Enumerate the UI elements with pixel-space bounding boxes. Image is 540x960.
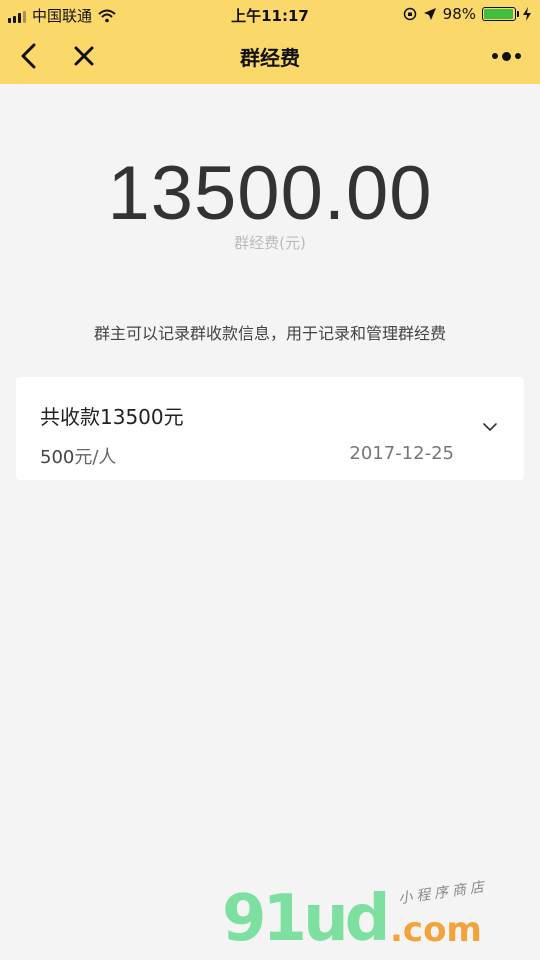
watermark-brand: 91ud bbox=[222, 882, 390, 956]
battery-percent: 98% bbox=[442, 5, 476, 23]
more-dot bbox=[501, 51, 511, 61]
watermark: 小程序商店 91ud .com bbox=[222, 879, 522, 956]
record-rate: 500元/人 bbox=[40, 443, 116, 469]
record-date: 2017-12-25 bbox=[349, 443, 454, 464]
more-dot bbox=[514, 53, 521, 59]
close-button[interactable] bbox=[64, 36, 104, 76]
more-button[interactable] bbox=[484, 36, 528, 76]
chevron-left-icon bbox=[21, 43, 36, 69]
back-button[interactable] bbox=[8, 36, 48, 76]
description-text: 群主可以记录群收款信息，用于记录和管理群经费 bbox=[93, 324, 446, 343]
chevron-down-icon[interactable] bbox=[480, 417, 500, 437]
rate-unit: 元/人 bbox=[74, 447, 117, 468]
watermark-tagline: 小程序商店 bbox=[397, 878, 489, 908]
record-title: 共收款13500元 bbox=[40, 405, 184, 429]
more-dot bbox=[491, 53, 498, 59]
battery-icon bbox=[482, 7, 519, 21]
nav-bar: 群经费 bbox=[0, 28, 540, 84]
orientation-lock-icon bbox=[403, 7, 416, 21]
rate-value: 500 bbox=[40, 447, 75, 468]
status-right: 98% bbox=[403, 5, 532, 23]
charging-icon bbox=[523, 7, 531, 21]
location-icon bbox=[423, 8, 436, 20]
status-bar: 中国联通 上午11:17 98% bbox=[0, 0, 540, 28]
amount-label: 群经费(元) bbox=[234, 234, 306, 252]
watermark-domain: .com bbox=[390, 910, 482, 950]
collection-record-card[interactable]: 共收款13500元 500元/人 2017-12-25 bbox=[16, 377, 524, 480]
close-icon bbox=[74, 46, 94, 66]
total-amount: 13500.00 bbox=[107, 151, 433, 236]
